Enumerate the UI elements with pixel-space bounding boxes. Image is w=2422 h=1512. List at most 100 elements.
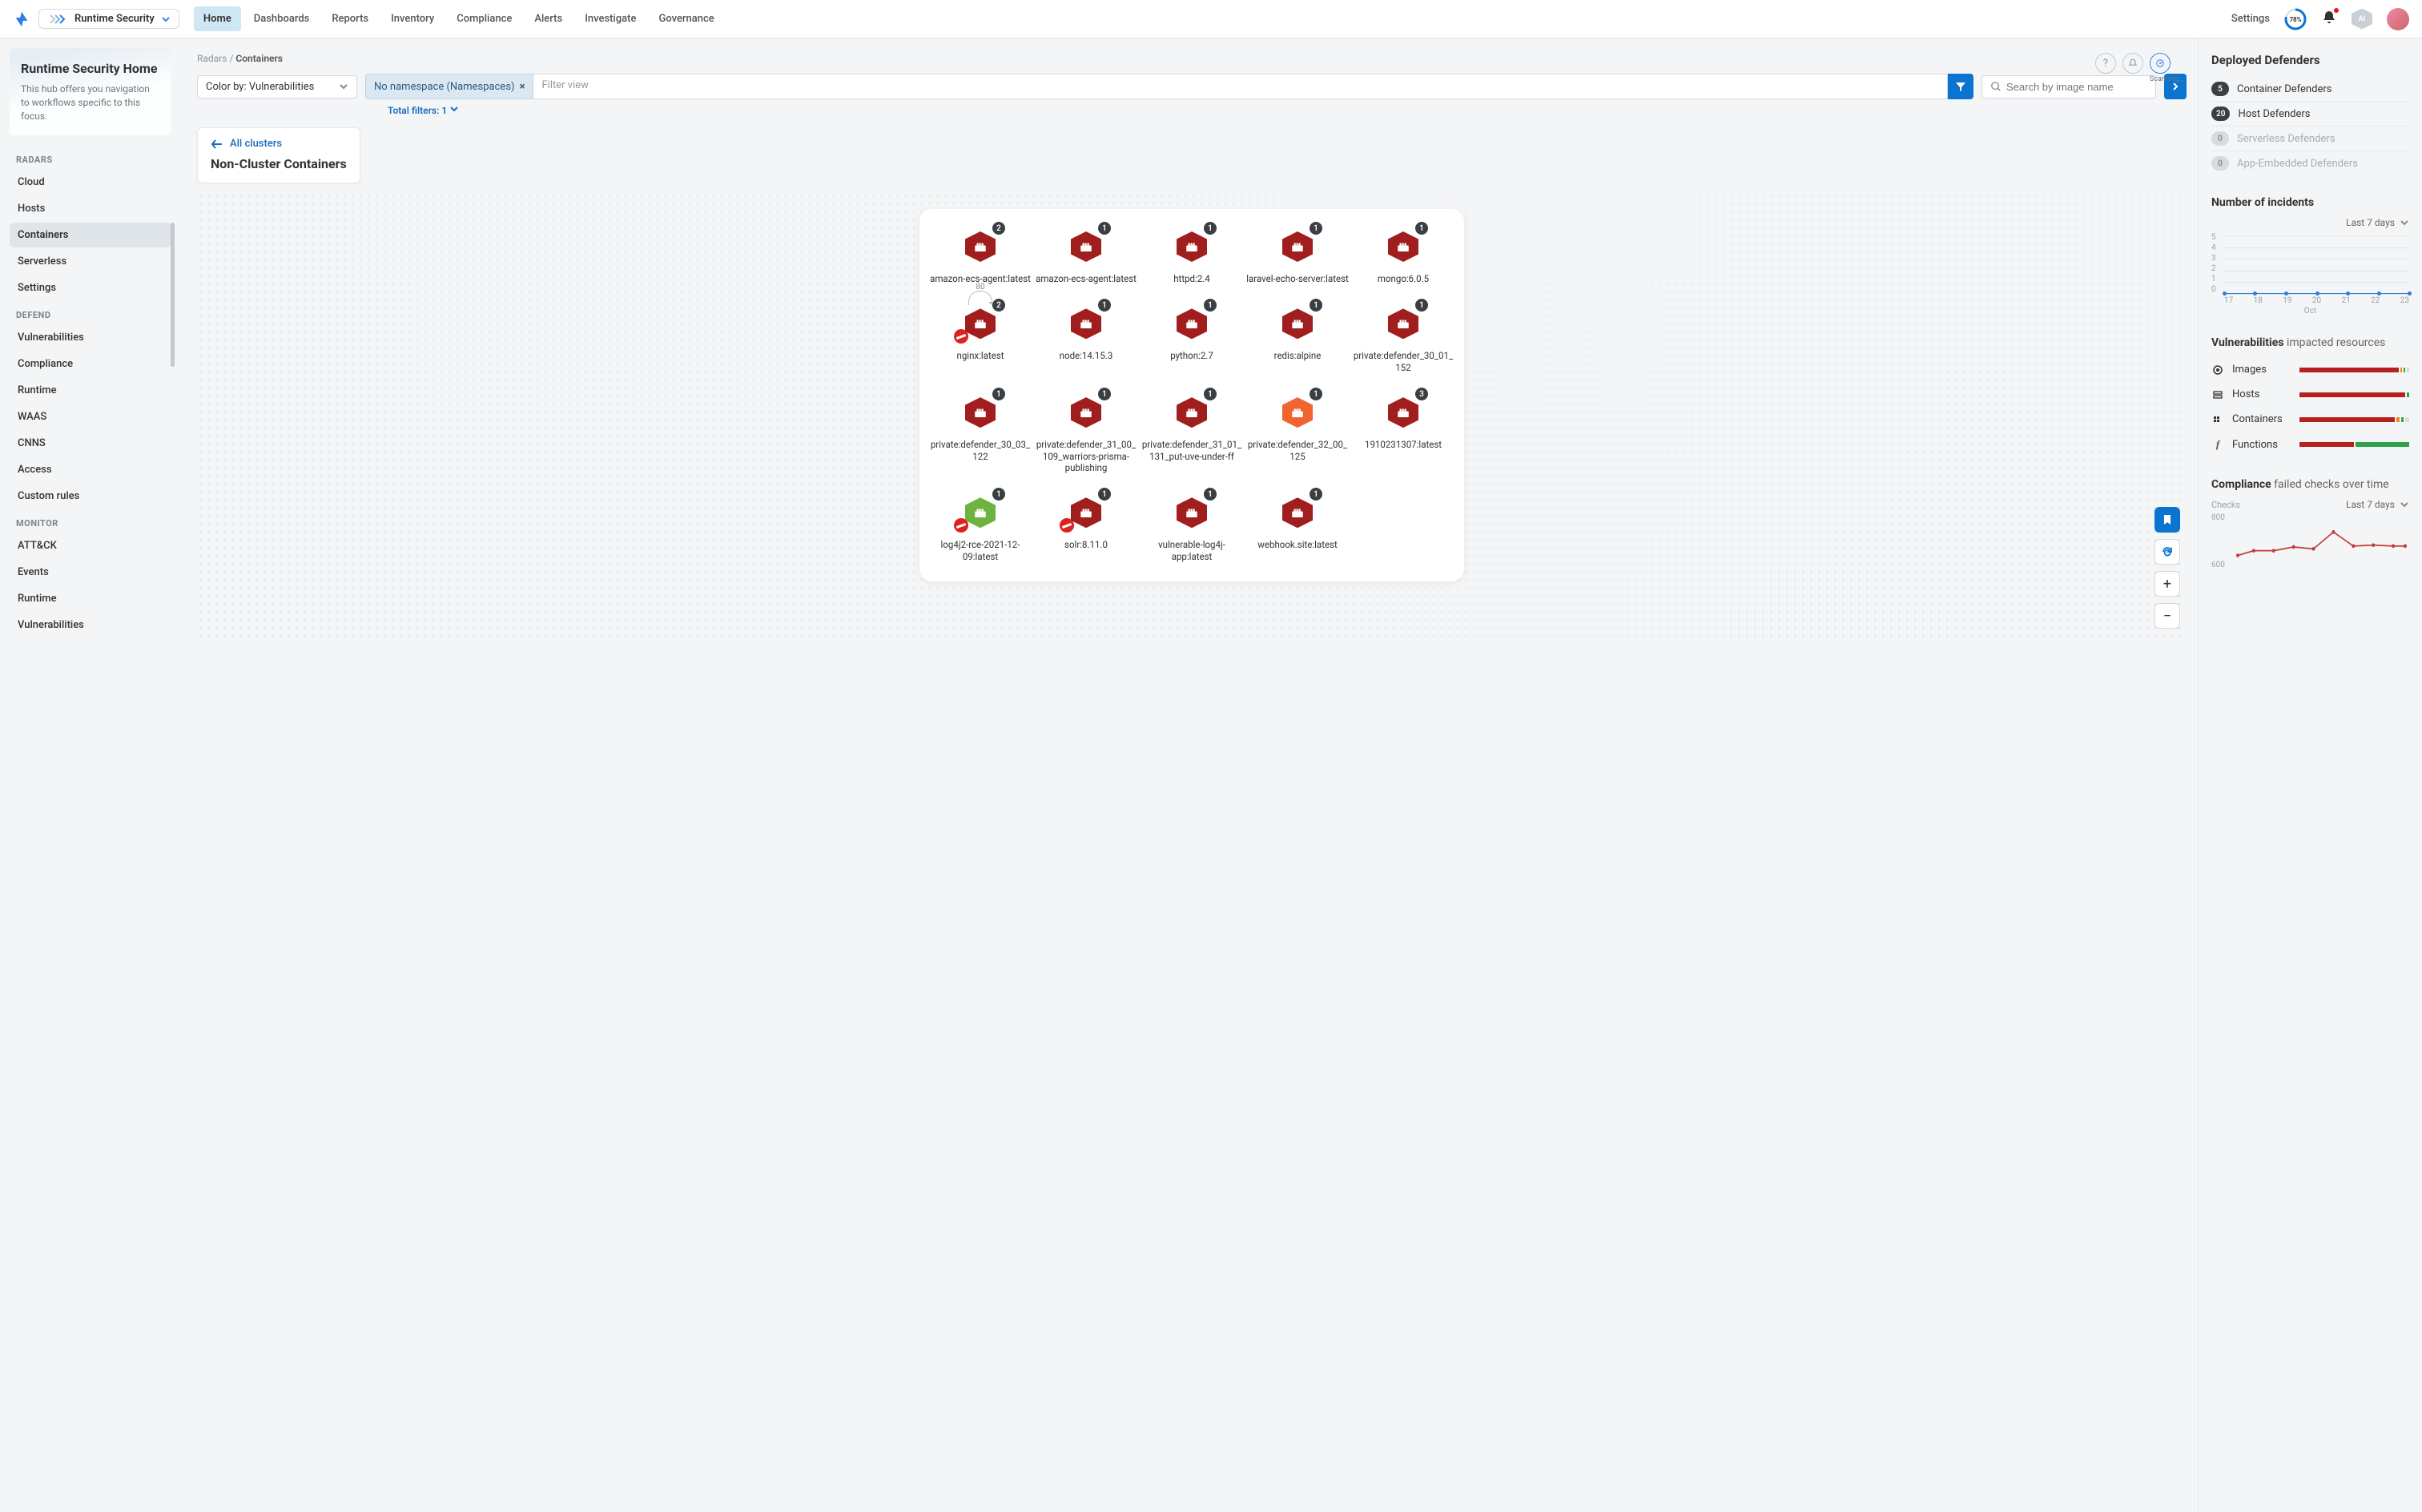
filter-view-input[interactable]: Filter view <box>533 74 1948 99</box>
breadcrumb-current: Containers <box>235 53 283 64</box>
compliance-range-select[interactable]: Last 7 days <box>2346 499 2409 510</box>
container-node[interactable]: 31910231307:latest <box>1350 391 1456 473</box>
notification-dot-icon <box>2334 8 2339 13</box>
map-legend-button[interactable] <box>2154 507 2180 533</box>
sidebar-item-cnns[interactable]: CNNS <box>10 431 171 456</box>
nav-item-compliance[interactable]: Compliance <box>447 6 521 31</box>
notifications-icon[interactable] <box>2321 10 2337 29</box>
sidebar-item-vulnerabilities[interactable]: Vulnerabilities <box>10 613 171 637</box>
defender-count-badge: 0 <box>2211 156 2229 171</box>
settings-link[interactable]: Settings <box>2231 13 2270 25</box>
vuln-row-containers[interactable]: Containers <box>2211 407 2409 432</box>
back-to-clusters-link[interactable]: All clusters <box>211 138 347 150</box>
scanning-label: Scanning... <box>2150 75 2185 83</box>
node-label: amazon-ecs-agent:latest <box>1036 273 1137 284</box>
sidebar-item-waas[interactable]: WAAS <box>10 404 171 429</box>
vuln-row-hosts[interactable]: Hosts <box>2211 382 2409 407</box>
vuln-row-images[interactable]: Images <box>2211 357 2409 382</box>
nav-item-investigate[interactable]: Investigate <box>575 6 646 31</box>
breadcrumb-root[interactable]: Radars <box>197 53 227 64</box>
namespace-filter-chip[interactable]: No namespace (Namespaces) × <box>365 74 533 99</box>
container-node[interactable]: 1laravel-echo-server:latest <box>1245 225 1350 284</box>
zoom-out-button[interactable]: − <box>2154 603 2180 629</box>
nav-item-alerts[interactable]: Alerts <box>525 6 572 31</box>
incidents-range-select[interactable]: Last 7 days <box>2211 217 2409 228</box>
sidebar-item-events[interactable]: Events <box>10 560 171 585</box>
container-node[interactable]: 1node:14.15.3 <box>1033 302 1139 373</box>
container-node[interactable]: 1amazon-ecs-agent:latest <box>1033 225 1139 284</box>
sidebar-item-runtime[interactable]: Runtime <box>10 378 171 403</box>
sidebar-item-custom-rules[interactable]: Custom rules <box>10 484 171 509</box>
container-node[interactable]: 1webhook.site:latest <box>1245 491 1350 562</box>
help-icon[interactable]: ? <box>2095 53 2116 74</box>
nav-item-reports[interactable]: Reports <box>322 6 378 31</box>
radar-canvas[interactable]: 2amazon-ecs-agent:latest1amazon-ecs-agen… <box>197 191 2187 640</box>
sidebar-item-att-ck[interactable]: ATT&CK <box>10 533 171 558</box>
sidebar-item-compliance[interactable]: Compliance <box>10 352 171 376</box>
alerts-config-icon[interactable] <box>2122 53 2143 74</box>
user-avatar[interactable] <box>2387 8 2409 30</box>
container-node[interactable]: 1private:defender_32_00_125 <box>1245 391 1350 473</box>
container-node[interactable]: 1httpd:2.4 <box>1139 225 1245 284</box>
nav-item-home[interactable]: Home <box>194 6 241 31</box>
sidebar-item-vulnerabilities[interactable]: Vulnerabilities <box>10 325 171 350</box>
nav-items: HomeDashboardsReportsInventoryCompliance… <box>194 6 724 31</box>
defender-row[interactable]: 0App-Embedded Defenders <box>2211 151 2409 175</box>
container-node[interactable]: 1python:2.7 <box>1139 302 1245 373</box>
scan-icon[interactable] <box>2150 53 2171 74</box>
gauge-icon[interactable]: 78% <box>2284 8 2307 30</box>
node-count-badge: 1 <box>1098 299 1111 312</box>
container-node[interactable]: 802nginx:latest <box>927 302 1033 373</box>
ai-assistant-icon[interactable]: AI <box>2352 9 2372 30</box>
refresh-button[interactable] <box>2154 539 2180 565</box>
sidebar-item-cloud[interactable]: Cloud <box>10 170 171 195</box>
vuln-bar <box>2299 417 2409 422</box>
remove-chip-icon[interactable]: × <box>520 81 525 93</box>
sidebar-item-serverless[interactable]: Serverless <box>10 249 171 274</box>
node-label: vulnerable-log4j-app:latest <box>1140 539 1244 562</box>
defender-row[interactable]: 20Host Defenders <box>2211 102 2409 127</box>
vuln-label: Functions <box>2232 439 2291 451</box>
container-node[interactable]: 1private:defender_30_01_152 <box>1350 302 1456 373</box>
vuln-bar <box>2299 368 2409 372</box>
incidents-title: Number of incidents <box>2211 196 2409 209</box>
nav-item-inventory[interactable]: Inventory <box>381 6 444 31</box>
incidents-chart: 543210 17181920212223 <box>2211 233 2409 305</box>
focus-selector-icon <box>47 14 68 25</box>
sidebar-item-containers[interactable]: Containers <box>10 223 171 247</box>
chevron-down-icon <box>449 104 459 114</box>
container-node[interactable]: 1private:defender_31_00_109_warriors-pri… <box>1033 391 1139 473</box>
sidebar-item-settings[interactable]: Settings <box>10 275 171 300</box>
container-node[interactable]: 1solr:8.11.0 <box>1033 491 1139 562</box>
total-filters-link[interactable]: Total filters: 1 <box>388 104 2187 116</box>
nav-item-dashboards[interactable]: Dashboards <box>244 6 320 31</box>
zoom-in-button[interactable]: + <box>2154 571 2180 597</box>
sidebar-item-runtime[interactable]: Runtime <box>10 586 171 611</box>
namespace-chip-label: No namespace (Namespaces) <box>374 81 515 93</box>
container-node[interactable]: 2amazon-ecs-agent:latest <box>927 225 1033 284</box>
vuln-title: Vulnerabilities impacted resources <box>2211 336 2409 349</box>
container-node[interactable]: 1private:defender_31_01_131_put-uve-unde… <box>1139 391 1245 473</box>
breadcrumb: Radars / Containers <box>197 53 2187 64</box>
color-by-select[interactable]: Color by: Vulnerabilities <box>197 75 357 99</box>
scrollbar-thumb[interactable] <box>171 223 175 367</box>
host-icon <box>2211 389 2224 400</box>
node-label: mongo:6.0.5 <box>1378 273 1429 284</box>
filter-apply-button[interactable] <box>1948 74 1973 99</box>
nav-item-governance[interactable]: Governance <box>649 6 723 31</box>
container-node[interactable]: 1redis:alpine <box>1245 302 1350 373</box>
container-node[interactable]: 1mongo:6.0.5 <box>1350 225 1456 284</box>
node-count-badge: 1 <box>1204 388 1217 400</box>
sidebar-item-access[interactable]: Access <box>10 457 171 482</box>
node-label: redis:alpine <box>1274 350 1322 361</box>
container-node[interactable]: 1log4j2-rce-2021-12-09:latest <box>927 491 1033 562</box>
sidebar-item-hosts[interactable]: Hosts <box>10 196 171 221</box>
focus-selector[interactable]: Runtime Security <box>38 9 179 29</box>
defender-row[interactable]: 5Container Defenders <box>2211 77 2409 102</box>
node-count-badge: 1 <box>1415 299 1428 312</box>
vuln-row-functions[interactable]: fFunctions <box>2211 432 2409 457</box>
defender-row[interactable]: 0Serverless Defenders <box>2211 127 2409 151</box>
container-node[interactable]: 1private:defender_30_03_122 <box>927 391 1033 473</box>
blocked-icon <box>954 329 968 344</box>
container-node[interactable]: 1vulnerable-log4j-app:latest <box>1139 491 1245 562</box>
